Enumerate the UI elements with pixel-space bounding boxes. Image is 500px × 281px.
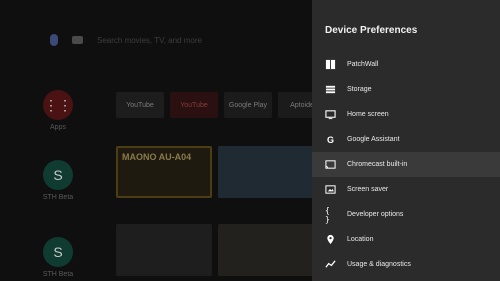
braces-icon: { } <box>325 205 330 224</box>
menu-item-label: Location <box>347 236 374 243</box>
menu-item-home-screen[interactable]: Home screen <box>312 102 500 127</box>
chart-icon <box>325 259 336 270</box>
app-label: YouTube <box>126 101 154 109</box>
menu-item-patchwall[interactable]: PatchWall <box>312 52 500 77</box>
rail-apps[interactable]: ⋮⋮ Apps <box>38 90 78 131</box>
rail-label: STH Beta <box>42 271 74 278</box>
google-icon: G <box>326 134 334 145</box>
sth-app-icon: S <box>43 160 73 190</box>
location-icon <box>325 234 336 245</box>
menu-item-label: PatchWall <box>347 61 379 68</box>
menu-item-label: Screen saver <box>347 186 389 193</box>
content-card[interactable]: MAONO AU-A04 <box>116 146 212 198</box>
device-preferences-panel: Device Preferences PatchWall Storage Hom… <box>312 0 500 281</box>
apps-row: YouTube YouTube Google Play Aptoide <box>116 92 326 118</box>
menu-item-storage[interactable]: Storage <box>312 77 500 102</box>
menu-item-label: Home screen <box>347 111 389 118</box>
menu-item-label: Developer options <box>347 211 404 218</box>
app-tile-youtube-2[interactable]: YouTube <box>170 92 218 118</box>
sth-app-icon: S <box>43 237 73 267</box>
menu-item-usage-diagnostics[interactable]: Usage & diagnostics <box>312 252 500 277</box>
app-label: Aptoide <box>290 101 314 109</box>
cast-icon <box>325 159 336 170</box>
content-card[interactable] <box>218 146 314 198</box>
app-tile-google-play[interactable]: Google Play <box>224 92 272 118</box>
content-row-2 <box>116 224 314 276</box>
storage-icon <box>325 84 336 95</box>
home-screen-background: Search movies, TV, and more ⋮⋮ Apps S ST… <box>0 0 326 281</box>
menu-item-screen-saver[interactable]: Screen saver <box>312 177 500 202</box>
menu-item-chromecast[interactable]: Chromecast built-in <box>312 152 500 177</box>
apps-grid-icon: ⋮⋮ <box>43 90 73 120</box>
app-tile-youtube[interactable]: YouTube <box>116 92 164 118</box>
patchwall-icon <box>325 59 336 70</box>
app-label: YouTube <box>180 101 208 109</box>
menu-item-label: Chromecast built-in <box>347 161 408 168</box>
menu-item-label: Storage <box>347 86 372 93</box>
search-bar[interactable]: Search movies, TV, and more <box>50 34 202 46</box>
content-card[interactable] <box>116 224 212 276</box>
menu-item-google-assistant[interactable]: G Google Assistant <box>312 127 500 152</box>
card-title: MAONO AU-A04 <box>122 152 192 162</box>
rail-sth-beta-2[interactable]: S STH Beta <box>38 237 78 278</box>
content-row-1: MAONO AU-A04 <box>116 146 314 198</box>
panel-title: Device Preferences <box>325 25 418 36</box>
menu-item-label: Usage & diagnostics <box>347 261 411 268</box>
app-label: Google Play <box>228 101 268 109</box>
rail-label: STH Beta <box>42 194 74 201</box>
keyboard-icon[interactable] <box>72 36 83 44</box>
content-card[interactable] <box>218 224 314 276</box>
home-screen-icon <box>325 109 336 120</box>
menu-item-location[interactable]: Location <box>312 227 500 252</box>
search-placeholder: Search movies, TV, and more <box>97 35 202 45</box>
screen-saver-icon <box>325 184 336 195</box>
preferences-menu: PatchWall Storage Home screen G Google A… <box>312 52 500 277</box>
rail-label: Apps <box>50 124 66 131</box>
mic-icon[interactable] <box>50 34 58 46</box>
menu-item-developer-options[interactable]: { } Developer options <box>312 202 500 227</box>
menu-item-label: Google Assistant <box>347 136 400 143</box>
rail-sth-beta[interactable]: S STH Beta <box>38 160 78 201</box>
